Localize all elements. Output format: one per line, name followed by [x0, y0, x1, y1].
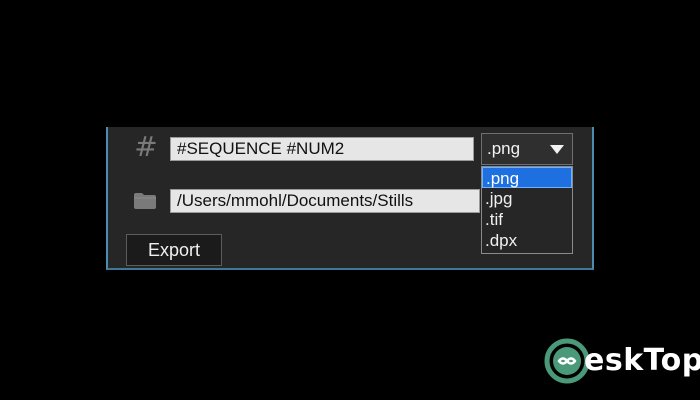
- format-dropdown-list: .png .jpg .tif .dpx: [481, 166, 573, 254]
- format-option-jpg[interactable]: .jpg: [482, 188, 572, 209]
- watermark-text: eskTop: [584, 343, 700, 378]
- folder-icon[interactable]: [133, 192, 157, 210]
- filename-pattern-input[interactable]: #SEQUENCE #NUM2: [170, 137, 474, 161]
- format-option-dpx[interactable]: .dpx: [482, 230, 572, 251]
- format-select-value: .png: [487, 139, 521, 158]
- chevron-down-icon[interactable]: [550, 145, 564, 154]
- format-option-tif[interactable]: .tif: [482, 209, 572, 230]
- watermark: eskTop: [544, 338, 700, 386]
- format-select[interactable]: .png: [481, 133, 573, 165]
- format-option-png[interactable]: .png: [482, 167, 572, 188]
- output-path-input[interactable]: /Users/mmohl/Documents/Stills: [170, 189, 480, 213]
- export-button[interactable]: Export: [126, 234, 222, 266]
- hash-icon: #: [134, 130, 158, 163]
- screenshot-stage: # #SEQUENCE #NUM2 .png .png .jpg .tif .d…: [0, 0, 700, 400]
